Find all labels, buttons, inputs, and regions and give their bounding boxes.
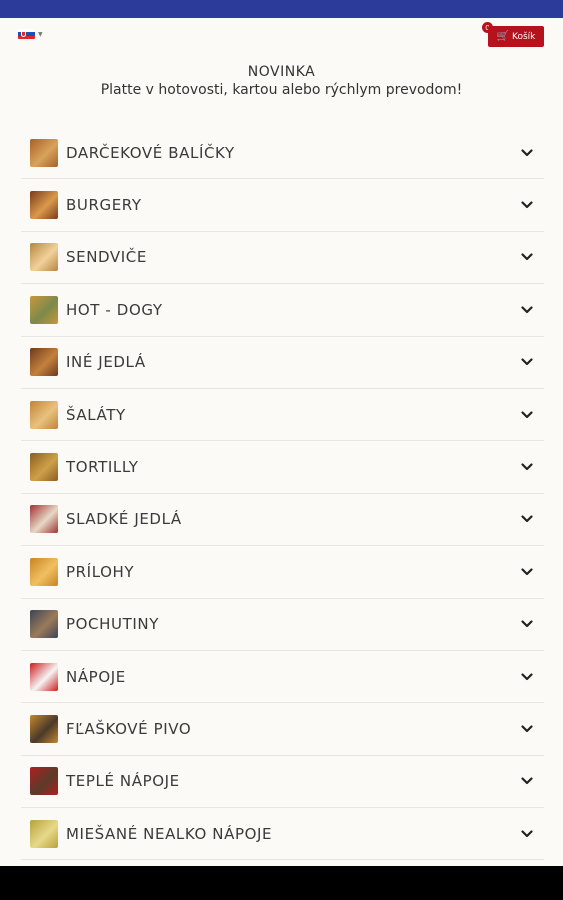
- category-row[interactable]: INÉ JEDLÁ: [21, 337, 544, 389]
- category-label: DARČEKOVÉ BALÍČKY: [66, 143, 235, 162]
- menu-screen: ▼ 0 🛒 Košík NOVINKA Platte v hotovosti, …: [0, 18, 563, 866]
- chevron-down-icon[interactable]: [521, 723, 533, 735]
- chevron-down-icon[interactable]: [521, 147, 533, 159]
- chevron-down-icon[interactable]: [521, 409, 533, 421]
- category-row[interactable]: BURGERY: [21, 179, 544, 232]
- category-label: TEPLÉ NÁPOJE: [66, 772, 180, 791]
- cart-label: Košík: [512, 31, 536, 42]
- category-label: TORTILLY: [66, 458, 139, 477]
- food-thumbnail-icon: [30, 191, 58, 220]
- food-thumbnail-icon: [30, 295, 58, 324]
- category-label: SENDVIČE: [66, 248, 147, 267]
- food-thumbnail-icon: [30, 453, 58, 482]
- category-row[interactable]: FĽAŠKOVÉ PIVO: [21, 703, 544, 756]
- cart-icon: 🛒: [496, 30, 510, 42]
- chevron-down-icon[interactable]: [521, 461, 533, 473]
- chevron-down-icon[interactable]: [521, 513, 533, 525]
- drink-thumbnail-icon: [30, 819, 58, 848]
- category-label: NÁPOJE: [66, 667, 126, 686]
- category-row[interactable]: SLADKÉ JEDLÁ: [21, 494, 544, 547]
- category-label: BURGERY: [66, 196, 142, 215]
- navigation-bar: [0, 866, 563, 900]
- chevron-down-icon[interactable]: [521, 828, 533, 840]
- chevron-down-icon[interactable]: [521, 251, 533, 263]
- status-bar: [0, 0, 563, 18]
- category-label: INÉ JEDLÁ: [66, 353, 146, 372]
- category-label: MIEŠANÉ NEALKO NÁPOJE: [66, 824, 273, 843]
- category-row[interactable]: POCHUTINY: [21, 599, 544, 651]
- beer-thumbnail-icon: [30, 714, 58, 743]
- category-row[interactable]: TORTILLY: [21, 441, 544, 494]
- category-list: DARČEKOVÉ BALÍČKY BURGERY SENDVIČE HOT - DO…: [21, 127, 544, 861]
- category-row[interactable]: ŠALÁTY: [21, 389, 544, 442]
- category-label: FĽAŠKOVÉ PIVO: [66, 719, 192, 738]
- drink-thumbnail-icon: [30, 662, 58, 691]
- category-row[interactable]: MIEŠANÉ NEALKO NÁPOJE: [21, 808, 544, 861]
- category-label: SLADKÉ JEDLÁ: [66, 510, 182, 529]
- payment-note: Platte v hotovosti, kartou alebo rýchlym…: [100, 82, 463, 98]
- page-title: NOVINKA: [247, 64, 316, 80]
- food-thumbnail-icon: [30, 138, 58, 167]
- chevron-down-icon[interactable]: [521, 304, 533, 316]
- chevron-down-icon[interactable]: [521, 671, 533, 683]
- chevron-down-icon[interactable]: [521, 566, 533, 578]
- chevron-down-icon[interactable]: [521, 199, 533, 211]
- category-label: POCHUTINY: [66, 615, 159, 634]
- category-label: PRÍLOHY: [66, 562, 135, 581]
- food-thumbnail-icon: [30, 348, 58, 377]
- drink-thumbnail-icon: [30, 767, 58, 796]
- chevron-down-icon: ▼: [38, 30, 43, 38]
- cart-button[interactable]: 🛒 Košík: [488, 26, 544, 47]
- category-row[interactable]: SENDVIČE: [21, 232, 544, 285]
- food-thumbnail-icon: [30, 557, 58, 586]
- category-label: HOT - DOGY: [66, 300, 163, 319]
- category-row[interactable]: TEPLÉ NÁPOJE: [21, 756, 544, 809]
- food-thumbnail-icon: [30, 505, 58, 534]
- food-thumbnail-icon: [30, 610, 58, 639]
- chevron-down-icon[interactable]: [521, 356, 533, 368]
- slovak-flag-icon: [18, 29, 35, 39]
- category-label: ŠALÁTY: [66, 405, 126, 424]
- food-thumbnail-icon: [30, 243, 58, 272]
- chevron-down-icon[interactable]: [521, 775, 533, 787]
- category-row[interactable]: DARČEKOVÉ BALÍČKY: [21, 127, 544, 180]
- food-thumbnail-icon: [30, 400, 58, 429]
- chevron-down-icon[interactable]: [521, 618, 533, 630]
- category-row[interactable]: PRÍLOHY: [21, 546, 544, 599]
- language-selector[interactable]: ▼: [18, 29, 43, 39]
- page-header: NOVINKA Platte v hotovosti, kartou alebo…: [0, 64, 563, 100]
- category-row[interactable]: HOT - DOGY: [21, 284, 544, 337]
- category-row[interactable]: NÁPOJE: [21, 651, 544, 704]
